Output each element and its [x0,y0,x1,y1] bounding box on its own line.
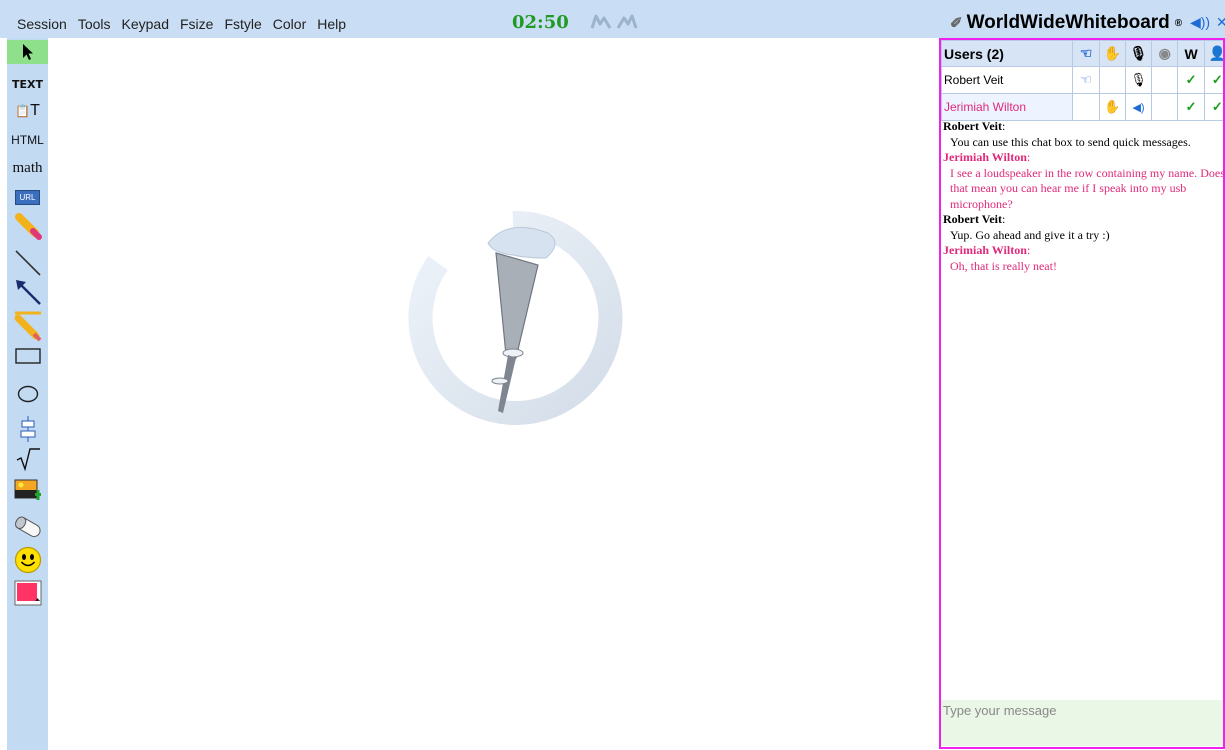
chat-message: Robert Veit: You can use this chat box t… [943,119,1223,150]
menu-session[interactable]: Session [0,0,72,34]
write-col-icon: W [1177,40,1205,67]
chat-log: Robert Veit: You can use this chat box t… [943,119,1225,274]
session-timer: 02:50 [512,12,569,33]
webcam-col-icon: ◉ [1151,40,1179,67]
close-icon[interactable]: ✕ [1216,14,1225,31]
whiteboard-canvas[interactable] [48,38,938,750]
permission-check-icon[interactable]: ✓ [1203,66,1223,94]
menubar: Session Tools Keypad Fsize Fstyle Color … [0,0,1225,38]
chat-text: I see a loudspeaker in the row containin… [950,165,1225,211]
clipboard-icon: 📋 [15,104,31,118]
insert-image-tool[interactable] [7,474,48,508]
pointer-icon[interactable]: ☜ [1072,66,1100,94]
tool-palette: TEXT 📋 T HTML math URL [7,38,48,750]
microphone-col-icon: 🎙 [1124,40,1153,67]
square-root-icon [16,448,40,471]
emoji-tool[interactable] [7,544,48,576]
url-tool[interactable]: URL [7,184,48,210]
color-swatch-icon [14,580,41,606]
line-icon [14,250,41,276]
write-check-icon[interactable]: ✓ [1177,66,1205,94]
torch-watermark-icon [408,210,623,425]
users-count: Users (2) [941,40,1074,67]
user-row[interactable]: Jerimiah Wilton ✋ ◀) ✓ ✓ [941,93,1223,121]
raise-hand-icon[interactable]: ✋ [1098,93,1126,121]
select-tool[interactable] [7,40,48,64]
menu-help[interactable]: Help [312,0,352,34]
pointer-col-icon: ☜ [1072,40,1100,67]
chat-sender: Jerimiah Wilton [943,150,1027,164]
chat-message: Jerimiah Wilton: Oh, that is really neat… [943,243,1223,274]
chat-input[interactable]: Type your message [941,700,1223,746]
menu: Session Tools Keypad Fsize Fstyle Color … [0,0,352,34]
menu-fstyle[interactable]: Fstyle [219,0,267,34]
speaker-icon[interactable]: ◀)) [1190,14,1210,31]
user-name: Robert Veit [941,66,1074,94]
chat-sender: Robert Veit [943,212,1002,226]
chat-message: Jerimiah Wilton: I see a loudspeaker in … [943,150,1225,212]
torch-logo-icon: ✐ [950,15,963,32]
rectangle-tool[interactable] [7,344,48,368]
menu-fsize[interactable]: Fsize [174,0,218,34]
pencil-tool[interactable] [7,210,48,242]
user-permission-col-icon: 👤 [1203,40,1223,67]
users-table: Users (2) ☜ ✋ 🎙 ◉ W 👤 Robert Veit ☜ 🎙 ✓ … [941,40,1223,121]
pencil-icon [14,213,42,240]
microphone-icon[interactable]: 🎙 [1124,66,1153,94]
menu-tools[interactable]: Tools [72,0,116,34]
highlighter-icon [14,311,41,342]
raise-hand-col-icon: ✋ [1098,40,1126,67]
redo-icon [616,14,638,29]
align-tool[interactable] [7,414,48,444]
chat-text: You can use this chat box to send quick … [950,134,1191,149]
chat-text: Yup. Go ahead and give it a try :) [950,227,1110,242]
users-header-row: Users (2) ☜ ✋ 🎙 ◉ W 👤 [941,40,1223,67]
rectangle-icon [14,348,41,364]
brand: ✐ WorldWideWhiteboard ® [950,12,1182,34]
chat-message: Robert Veit: Yup. Go ahead and give it a… [943,212,1223,243]
url-doc-icon: URL [15,189,40,205]
users-chat-panel: Users (2) ☜ ✋ 🎙 ◉ W 👤 Robert Veit ☜ 🎙 ✓ … [939,38,1225,749]
text-tool[interactable]: TEXT [7,72,48,96]
chat-sender: Robert Veit [943,119,1002,133]
write-check-icon[interactable]: ✓ [1177,93,1205,121]
chat-sender: Jerimiah Wilton [943,243,1027,257]
user-row[interactable]: Robert Veit ☜ 🎙 ✓ ✓ [941,66,1223,94]
user-name: Jerimiah Wilton [941,93,1074,121]
align-center-icon [20,416,35,442]
speaker-icon[interactable]: ◀) [1124,93,1153,121]
undo-button[interactable] [588,12,614,34]
undo-icon [590,14,612,29]
line-tool[interactable] [7,246,48,280]
ellipse-icon [17,385,38,403]
chat-text: Oh, that is really neat! [950,258,1057,273]
ellipse-tool[interactable] [7,382,48,406]
text-import-tool[interactable]: 📋 T [7,98,48,124]
redo-button[interactable] [614,12,640,34]
color-picker-tool[interactable] [7,578,48,608]
brand-name: WorldWideWhiteboard [966,12,1170,33]
eraser-icon [14,516,41,537]
math-tool[interactable]: math [7,156,48,180]
menu-keypad[interactable]: Keypad [116,0,174,34]
pointer-arrow-icon [22,44,33,60]
html-tool[interactable]: HTML [7,128,48,152]
permission-check-icon[interactable]: ✓ [1203,93,1223,121]
text-import-label: T [30,102,40,119]
arrow-tool[interactable] [7,276,48,308]
smiley-icon [14,546,41,574]
image-add-icon [14,479,41,500]
sqrt-tool[interactable] [7,444,48,474]
menu-color[interactable]: Color [267,0,311,34]
eraser-tool[interactable] [7,510,48,544]
arrow-line-icon [15,280,41,305]
highlighter-tool[interactable] [7,308,48,344]
brand-mark: ® [1174,17,1183,29]
